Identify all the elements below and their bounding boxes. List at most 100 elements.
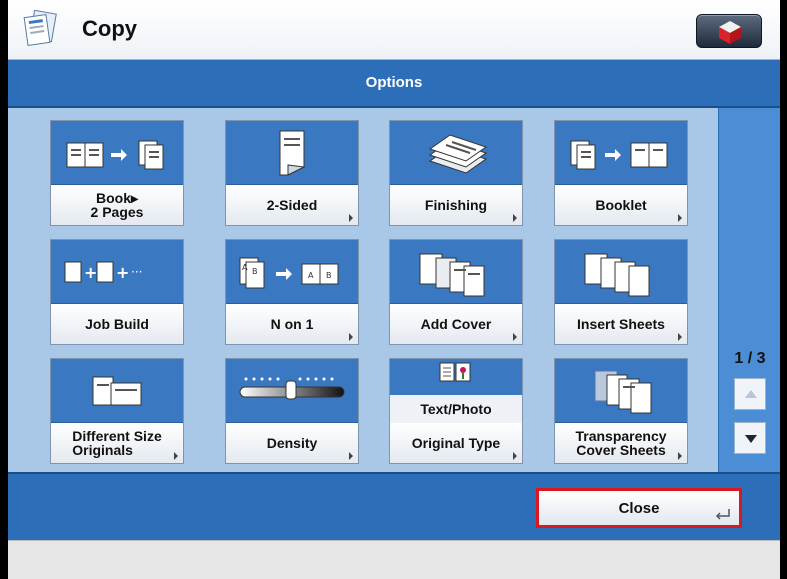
submenu-arrow-icon: [349, 333, 353, 341]
tile-original-type[interactable]: Text/Photo Original Type: [389, 358, 523, 464]
different-size-originals-icon: [92, 376, 142, 406]
tile-transparency-cover-sheets[interactable]: Transparency Cover Sheets: [554, 358, 688, 464]
add-cover-icon: [419, 253, 485, 297]
tile-icon-area: Text/Photo: [390, 359, 522, 423]
tile-finishing[interactable]: Finishing: [389, 120, 523, 226]
footer-bar: Close: [8, 472, 780, 540]
tile-booklet[interactable]: Booklet: [554, 120, 688, 226]
options-grid: Book▸ 2 Pages 2-Sided Finishing Booklet …: [8, 108, 718, 472]
tile-label-line2: Cover Sheets: [576, 442, 666, 458]
page-indicator: 1 / 3: [734, 350, 766, 367]
tile-job-build[interactable]: + + ··· Job Build: [50, 239, 184, 345]
density-slider-icon: [239, 377, 345, 400]
tile-icon-area: [555, 240, 687, 304]
original-type-value: Text/Photo: [390, 395, 522, 423]
status-strip: [8, 540, 780, 579]
tile-label: Original Type: [390, 423, 522, 463]
scroll-up-icon: [745, 390, 757, 398]
page-title: Copy: [82, 16, 137, 41]
submenu-arrow-icon: [174, 452, 178, 460]
tile-label: Different Size Originals: [51, 423, 183, 463]
tile-label: 2-Sided: [226, 185, 358, 225]
close-button-label: Close: [618, 500, 660, 517]
job-build-icon: + + ···: [64, 261, 142, 283]
svg-text:+: +: [116, 263, 129, 282]
copy-options-screen: Copy Options Book▸ 2 Pages 2-Sided Finis…: [8, 0, 780, 579]
tile-icon-area: [51, 121, 183, 185]
close-button[interactable]: Close: [536, 488, 742, 528]
tile-icon-area: [390, 240, 522, 304]
app-header: Copy: [8, 0, 780, 60]
tile-n-on-1[interactable]: A B A B N on 1: [225, 239, 359, 345]
svg-text:B: B: [326, 271, 332, 280]
tile-density[interactable]: Density: [225, 358, 359, 464]
tile-different-size-originals[interactable]: Different Size Originals: [50, 358, 184, 464]
svg-text:+: +: [84, 263, 97, 282]
submenu-arrow-icon: [513, 452, 517, 460]
tile-label: Density: [226, 423, 358, 463]
tile-book-2-pages[interactable]: Book▸ 2 Pages: [50, 120, 184, 226]
tile-icon-area: A B A B: [226, 240, 358, 304]
tile-icon-area: [51, 359, 183, 423]
tile-icon-area: [555, 121, 687, 185]
submenu-arrow-icon: [678, 214, 682, 222]
insert-sheets-icon: [584, 253, 650, 297]
tile-label-line1: 2-Sided: [266, 197, 318, 213]
tile-icon-area: [555, 359, 687, 423]
tile-label-line1: Density: [266, 435, 318, 451]
tile-label: Booklet: [555, 185, 687, 225]
home-cube-icon: [719, 21, 741, 44]
submenu-arrow-icon: [349, 452, 353, 460]
transparency-cover-sheets-icon: [594, 370, 652, 414]
tile-label-line2: Originals: [72, 442, 133, 458]
svg-text:A: A: [308, 271, 314, 280]
copy-app-icon: [20, 9, 62, 48]
options-title: Options: [365, 74, 423, 91]
enter-return-icon: [715, 509, 730, 520]
tile-icon-area: [226, 359, 358, 423]
finishing-stack-icon: [428, 134, 488, 174]
submenu-arrow-icon: [513, 214, 517, 222]
tile-label-line1: Booklet: [595, 197, 647, 213]
tile-label-line2: 2 Pages: [90, 204, 144, 220]
tile-add-cover[interactable]: Add Cover: [389, 239, 523, 345]
booklet-icon: [570, 140, 668, 170]
submenu-arrow-icon: [349, 214, 353, 222]
tile-label-line1: Original Type: [411, 435, 501, 451]
tile-label-line1: Book▸: [95, 190, 139, 206]
tile-label: Finishing: [390, 185, 522, 225]
tile-icon-area: + + ···: [51, 240, 183, 304]
tile-label-line1: Insert Sheets: [577, 316, 665, 332]
tile-label-line1: N on 1: [270, 316, 314, 332]
tile-icon-area: [226, 121, 358, 185]
tile-label-line1: Add Cover: [420, 316, 492, 332]
tile-icon-area: [390, 121, 522, 185]
scroll-down-icon: [745, 435, 757, 443]
n-on-1-icon: A B A B: [239, 257, 339, 289]
home-button[interactable]: [696, 14, 762, 48]
tile-label: Job Build: [51, 304, 183, 344]
tile-label-line1: Job Build: [85, 316, 149, 332]
submenu-arrow-icon: [513, 333, 517, 341]
svg-text:···: ···: [131, 265, 142, 279]
svg-text:B: B: [252, 267, 258, 276]
tile-label-line1: Different Size: [72, 428, 162, 444]
submenu-arrow-icon: [678, 333, 682, 341]
tile-label: N on 1: [226, 304, 358, 344]
svg-text:A: A: [242, 263, 248, 272]
scroll-up-button[interactable]: [734, 378, 766, 410]
options-title-bar: Options: [8, 60, 780, 108]
tile-label: Transparency Cover Sheets: [555, 423, 687, 463]
tile-label: Insert Sheets: [555, 304, 687, 344]
tile-2-sided[interactable]: 2-Sided: [225, 120, 359, 226]
tile-label: Book▸ 2 Pages: [51, 185, 183, 225]
original-type-icon: [439, 362, 471, 382]
tile-label-line1: Finishing: [424, 197, 488, 213]
tile-label: Add Cover: [390, 304, 522, 344]
tile-label-line1: Transparency: [575, 428, 667, 444]
submenu-arrow-icon: [678, 452, 682, 460]
tile-insert-sheets[interactable]: Insert Sheets: [554, 239, 688, 345]
scroll-down-button[interactable]: [734, 422, 766, 454]
pager-column: 1 / 3: [718, 108, 780, 472]
book-to-pages-icon: [66, 140, 164, 170]
